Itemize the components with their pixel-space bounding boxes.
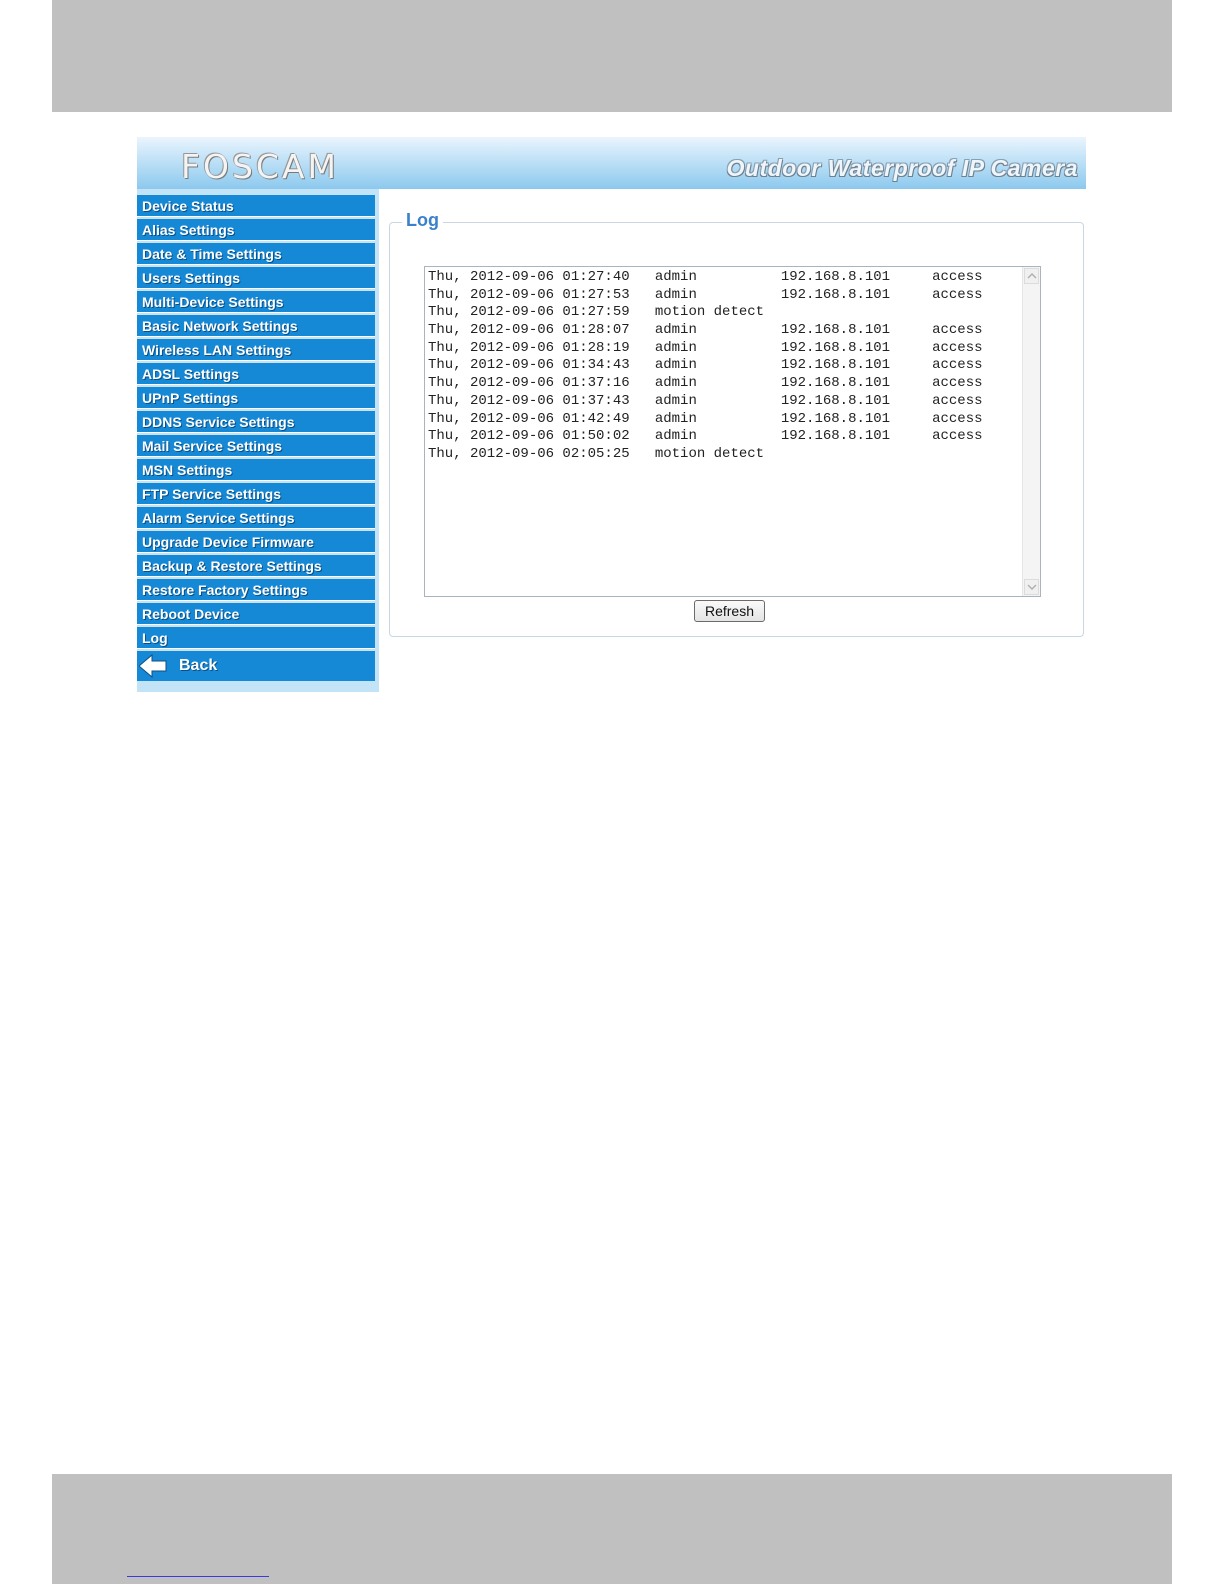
log-scrollbar[interactable] xyxy=(1022,267,1040,596)
sidebar-item-ftp-service-settings[interactable]: FTP Service Settings xyxy=(137,483,375,505)
sidebar-item-device-status[interactable]: Device Status xyxy=(137,195,375,217)
log-entry: Thu, 2012-09-06 01:28:19 admin 192.168.8… xyxy=(428,339,983,356)
chevron-down-icon[interactable] xyxy=(1024,579,1039,595)
log-entry: Thu, 2012-09-06 01:37:16 admin 192.168.8… xyxy=(428,375,983,392)
sidebar-item-ddns-service-settings[interactable]: DDNS Service Settings xyxy=(137,411,375,433)
log-entry: Thu, 2012-09-06 02:05:25 motion detect xyxy=(428,445,765,462)
product-title: Outdoor Waterproof IP Camera xyxy=(726,155,1078,181)
sidebar-item-alarm-service-settings[interactable]: Alarm Service Settings xyxy=(137,507,375,529)
log-entry: Thu, 2012-09-06 01:27:53 admin 192.168.8… xyxy=(428,286,983,303)
refresh-button[interactable]: Refresh xyxy=(694,600,765,622)
camera-web-ui: FOSCAM Outdoor Waterproof IP Camera Devi… xyxy=(137,137,1086,692)
sidebar-item-alias-settings[interactable]: Alias Settings xyxy=(137,219,375,241)
log-lines: Thu, 2012-09-06 01:27:40 admin 192.168.8… xyxy=(428,269,983,464)
banner: FOSCAM Outdoor Waterproof IP Camera xyxy=(137,137,1086,189)
page-header-band xyxy=(52,0,1172,112)
foscam-logo: FOSCAM xyxy=(181,147,339,186)
sidebar-item-users-settings[interactable]: Users Settings xyxy=(137,267,375,289)
sidebar-item-date-time-settings[interactable]: Date & Time Settings xyxy=(137,243,375,265)
log-textarea[interactable]: Thu, 2012-09-06 01:27:40 admin 192.168.8… xyxy=(424,266,1041,597)
back-label: Back xyxy=(179,657,218,674)
log-entry: Thu, 2012-09-06 01:27:40 admin 192.168.8… xyxy=(428,269,983,285)
sidebar-item-multi-device-settings[interactable]: Multi-Device Settings xyxy=(137,291,375,313)
sidebar-item-reboot-device[interactable]: Reboot Device xyxy=(137,603,375,625)
chevron-up-icon[interactable] xyxy=(1024,268,1039,284)
sidebar-item-backup-restore-settings[interactable]: Backup & Restore Settings xyxy=(137,555,375,577)
log-entry: Thu, 2012-09-06 01:37:43 admin 192.168.8… xyxy=(428,392,983,409)
log-entry: Thu, 2012-09-06 01:28:07 admin 192.168.8… xyxy=(428,322,983,339)
sidebar-item-msn-settings[interactable]: MSN Settings xyxy=(137,459,375,481)
log-entry: Thu, 2012-09-06 01:42:49 admin 192.168.8… xyxy=(428,410,983,427)
log-entry: Thu, 2012-09-06 01:34:43 admin 192.168.8… xyxy=(428,357,983,374)
arrow-left-icon xyxy=(138,653,167,679)
sidebar-item-upnp-settings[interactable]: UPnP Settings xyxy=(137,387,375,409)
log-panel: Log Thu, 2012-09-06 01:27:40 admin 192.1… xyxy=(389,210,1084,637)
sidebar-item-wireless-lan-settings[interactable]: Wireless LAN Settings xyxy=(137,339,375,361)
panel-title: Log xyxy=(402,210,443,231)
back-button[interactable]: Back xyxy=(137,651,375,681)
sidebar-item-adsl-settings[interactable]: ADSL Settings xyxy=(137,363,375,385)
log-entry: Thu, 2012-09-06 01:27:59 motion detect xyxy=(428,304,765,321)
sidebar-item-log[interactable]: Log xyxy=(137,627,375,649)
sidebar: Device Status Alias Settings Date & Time… xyxy=(137,189,379,692)
sidebar-item-basic-network-settings[interactable]: Basic Network Settings xyxy=(137,315,375,337)
sidebar-item-upgrade-device-firmware[interactable]: Upgrade Device Firmware xyxy=(137,531,375,553)
footer-link-underline[interactable] xyxy=(127,1556,269,1577)
sidebar-menu: Device Status Alias Settings Date & Time… xyxy=(137,195,375,681)
sidebar-item-restore-factory-settings[interactable]: Restore Factory Settings xyxy=(137,579,375,601)
sidebar-item-mail-service-settings[interactable]: Mail Service Settings xyxy=(137,435,375,457)
log-entry: Thu, 2012-09-06 01:50:02 admin 192.168.8… xyxy=(428,428,983,445)
